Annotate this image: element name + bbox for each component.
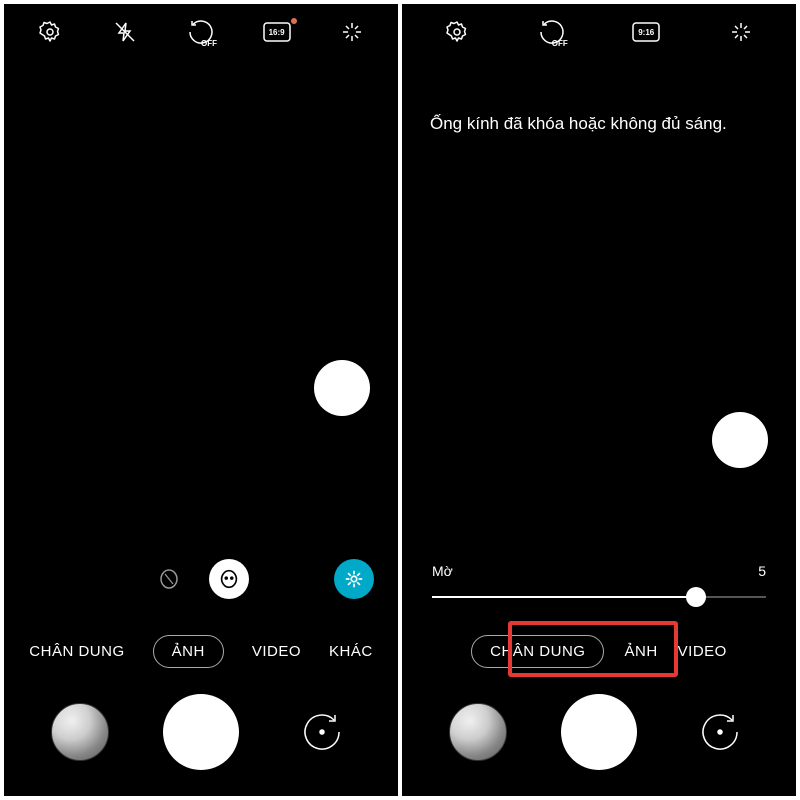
filters-icon[interactable] bbox=[334, 559, 374, 599]
mode-photo[interactable]: ẢNH bbox=[624, 643, 657, 660]
mode-portrait[interactable]: CHÂN DUNG bbox=[29, 643, 124, 660]
top-toolbar: OFF 9:16 bbox=[402, 4, 796, 60]
slider-label-left: Mờ bbox=[432, 563, 453, 579]
camera-screen-portrait-mode: OFF 9:16 Ống kính đã khóa hoặc không đủ … bbox=[402, 4, 796, 796]
top-toolbar: OFF 16:9 bbox=[4, 4, 398, 60]
switch-camera-icon[interactable] bbox=[691, 703, 749, 761]
shutter-button[interactable] bbox=[163, 694, 239, 770]
slider-thumb[interactable] bbox=[686, 587, 706, 607]
gallery-thumbnail[interactable] bbox=[449, 703, 507, 761]
mode-selector[interactable]: CHÂN DUNG ẢNH VIDEO KHÁC bbox=[4, 611, 398, 686]
beauty-on-icon[interactable] bbox=[209, 559, 249, 599]
settings-icon[interactable] bbox=[36, 18, 64, 46]
timer-label: OFF bbox=[552, 39, 568, 48]
warning-message: Ống kính đã khóa hoặc không đủ sáng. bbox=[402, 110, 796, 137]
mode-more[interactable]: KHÁC bbox=[329, 643, 373, 660]
settings-icon[interactable] bbox=[443, 18, 471, 46]
slider-label-right: 5 bbox=[758, 563, 766, 579]
floating-shutter-button[interactable] bbox=[314, 360, 370, 416]
beauty-off-icon[interactable] bbox=[153, 563, 185, 595]
mode-video[interactable]: VIDEO bbox=[252, 643, 301, 660]
gallery-thumbnail[interactable] bbox=[51, 703, 109, 761]
ratio-label: 9:16 bbox=[638, 28, 654, 37]
beautify-icon[interactable] bbox=[338, 18, 366, 46]
viewfinder[interactable] bbox=[402, 137, 796, 551]
timer-off-icon[interactable]: OFF bbox=[538, 18, 566, 46]
bottom-toolbar bbox=[402, 686, 796, 796]
mode-photo[interactable]: ẢNH bbox=[153, 635, 224, 668]
mode-selector[interactable]: CHÂN DUNG ẢNH VIDEO bbox=[402, 613, 796, 686]
floating-shutter-button[interactable] bbox=[712, 412, 768, 468]
switch-camera-icon[interactable] bbox=[293, 703, 351, 761]
viewfinder[interactable] bbox=[4, 60, 398, 547]
flash-off-icon[interactable] bbox=[111, 18, 139, 46]
beautify-icon[interactable] bbox=[727, 18, 755, 46]
camera-screen-photo-mode: OFF 16:9 CHÂN DUNG ẢNH VIDEO KHÁC bbox=[4, 4, 398, 796]
mode-video[interactable]: VIDEO bbox=[678, 643, 727, 660]
ratio-label: 16:9 bbox=[269, 28, 285, 37]
blur-slider: Mờ 5 bbox=[402, 551, 796, 613]
shutter-button[interactable] bbox=[561, 694, 637, 770]
beauty-controls bbox=[4, 547, 398, 611]
aspect-ratio-icon[interactable]: 16:9 bbox=[263, 18, 291, 46]
mode-portrait[interactable]: CHÂN DUNG bbox=[471, 635, 604, 668]
timer-label: OFF bbox=[201, 39, 217, 48]
indicator-dot bbox=[291, 18, 297, 24]
bottom-toolbar bbox=[4, 686, 398, 796]
timer-off-icon[interactable]: OFF bbox=[187, 18, 215, 46]
aspect-ratio-icon[interactable]: 9:16 bbox=[632, 18, 660, 46]
slider-track[interactable] bbox=[432, 587, 766, 607]
